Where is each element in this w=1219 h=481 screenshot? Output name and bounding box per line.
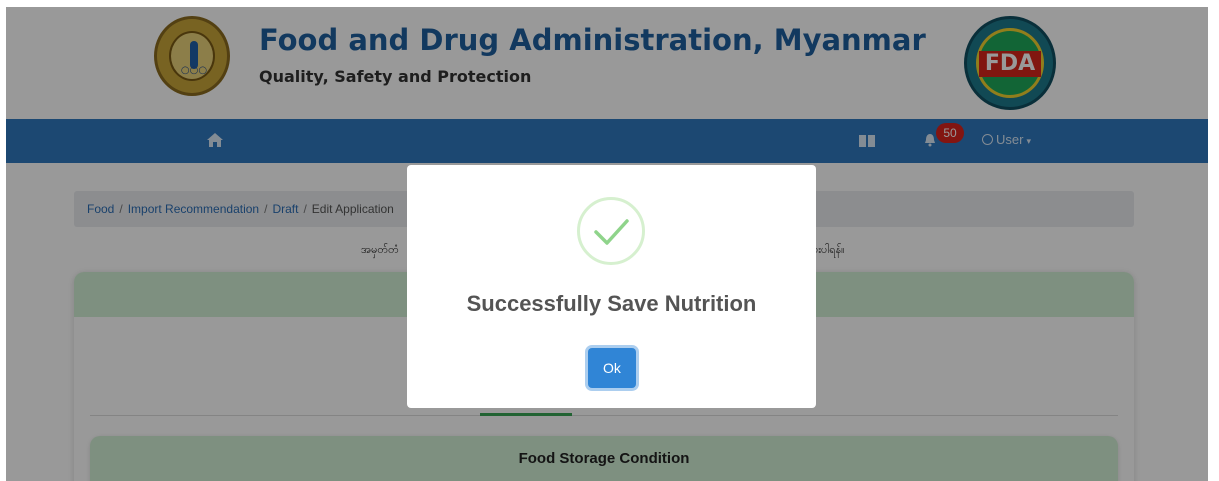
ok-button[interactable]: Ok (588, 348, 636, 388)
dialog-message: Successfully Save Nutrition (466, 291, 757, 316)
success-check-icon (577, 197, 645, 265)
app-window: ○○○ Food and Drug Administration, Myanma… (6, 7, 1208, 481)
success-dialog: Successfully Save Nutrition Ok (407, 165, 816, 408)
